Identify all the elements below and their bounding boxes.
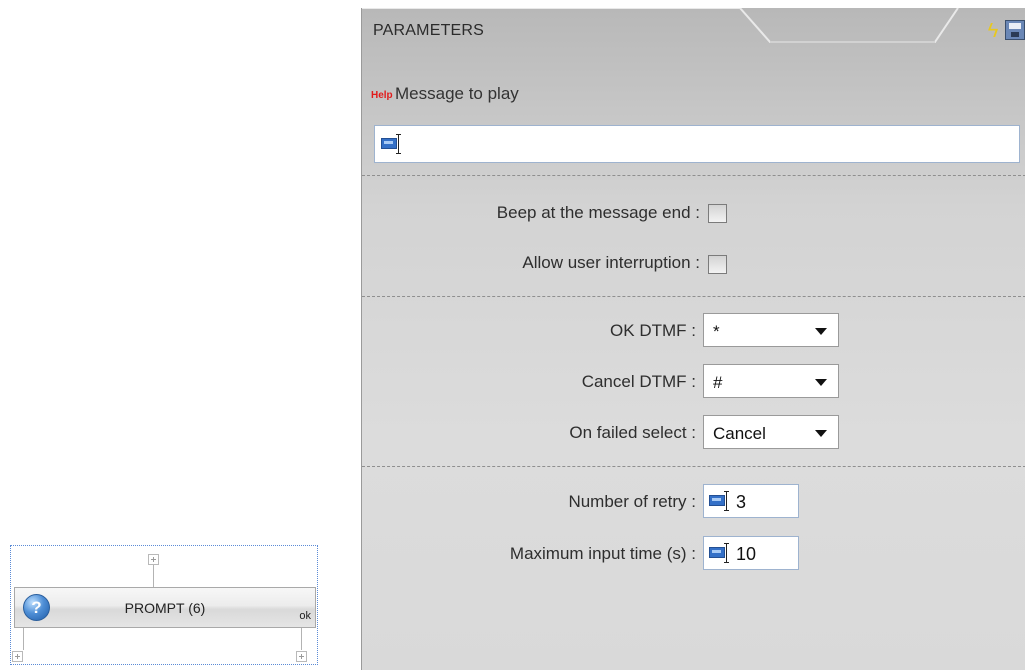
cancel-dtmf-select[interactable]: # <box>703 364 839 398</box>
chevron-down-icon <box>815 379 827 386</box>
maximum-input-time-input[interactable]: 10 <box>703 536 799 570</box>
connector-line-top <box>153 565 154 587</box>
connector-line-left <box>23 628 24 650</box>
panel-title: PARAMETERS <box>373 22 485 39</box>
parameters-panel: PARAMETERS ϟ Help Message to play Beep a… <box>361 8 1025 670</box>
maximum-input-time-label: Maximum input time (s) : <box>509 544 696 563</box>
connector-line-right <box>301 628 302 650</box>
chevron-down-icon <box>815 430 827 437</box>
section-divider-2 <box>362 296 1025 297</box>
allow-interruption-label: Allow user interruption : <box>522 253 700 272</box>
message-to-play-label: Message to play <box>395 84 519 103</box>
text-field-icon <box>381 133 405 155</box>
ok-dtmf-label: OK DTMF : <box>610 321 696 340</box>
prompt-node-label: PROMPT (6) <box>124 600 206 616</box>
cancel-dtmf-label: Cancel DTMF : <box>581 372 696 391</box>
save-disk-icon[interactable] <box>1005 20 1025 40</box>
prompt-flow-block[interactable]: ? PROMPT (6) ok <box>10 545 318 665</box>
ok-dtmf-value: * <box>713 322 720 341</box>
lightning-bolt-icon[interactable]: ϟ <box>983 20 1003 42</box>
on-failed-select-label: On failed select : <box>569 423 696 442</box>
number-of-retry-input[interactable]: 3 <box>703 484 799 518</box>
number-of-retry-value: 3 <box>736 492 747 512</box>
text-field-icon <box>709 542 733 564</box>
on-failed-select-select[interactable]: Cancel <box>703 415 839 449</box>
cancel-dtmf-value: # <box>713 373 723 392</box>
beep-label: Beep at the message end : <box>496 203 700 222</box>
text-field-icon <box>709 490 733 512</box>
message-to-play-input[interactable] <box>374 125 1020 163</box>
prompt-node[interactable]: ? PROMPT (6) ok <box>14 587 316 628</box>
ok-output-label: ok <box>299 610 311 622</box>
section-divider-1 <box>362 175 1025 176</box>
add-before-plus-icon[interactable] <box>148 554 159 565</box>
add-branch-ok-plus-icon[interactable] <box>296 651 307 662</box>
maximum-input-time-value: 10 <box>736 544 757 564</box>
ok-dtmf-select[interactable]: * <box>703 313 839 347</box>
help-link[interactable]: Help <box>371 90 393 101</box>
number-of-retry-label: Number of retry : <box>568 492 696 511</box>
allow-interruption-checkbox[interactable] <box>708 255 727 274</box>
section-divider-3 <box>362 466 1025 467</box>
add-branch-left-plus-icon[interactable] <box>12 651 23 662</box>
panel-toolbar: ϟ <box>983 20 1025 44</box>
chevron-down-icon <box>815 328 827 335</box>
on-failed-select-value: Cancel <box>713 424 766 443</box>
beep-checkbox[interactable] <box>708 204 727 223</box>
